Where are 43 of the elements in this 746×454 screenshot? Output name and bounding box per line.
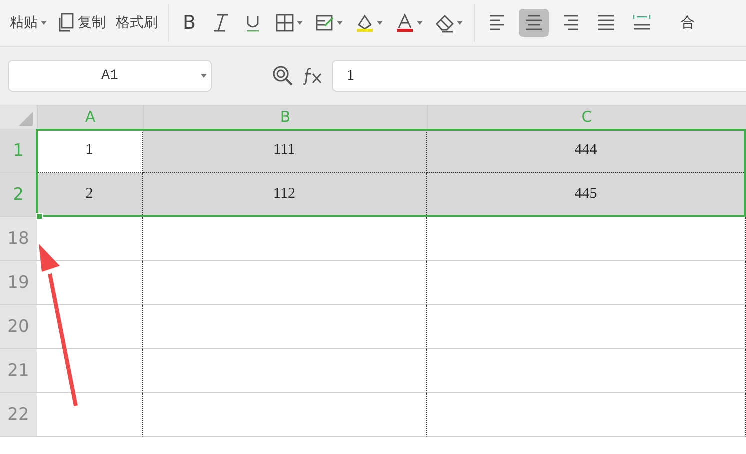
table-cell: 112 [143, 173, 427, 217]
formula-input[interactable]: 1 [332, 60, 746, 92]
column-header[interactable]: C [427, 105, 746, 129]
fill-handle[interactable] [36, 213, 43, 220]
column-header[interactable]: B [143, 105, 427, 129]
caret-icon [297, 21, 304, 25]
caret-icon [337, 21, 344, 25]
align-center-button[interactable] [519, 9, 550, 37]
row-header[interactable]: 20 [0, 305, 37, 349]
row-header[interactable]: 18 [0, 217, 37, 261]
row-header[interactable]: 22 [0, 393, 37, 437]
function-icon[interactable] [302, 67, 324, 85]
row-header[interactable]: 19 [0, 261, 37, 305]
paste-button[interactable]: 粘贴 [8, 12, 49, 34]
table-cell: 444 [427, 129, 746, 173]
column-header[interactable]: A [37, 105, 143, 129]
name-box[interactable]: A1 [8, 60, 212, 92]
table-cell: 1 [37, 129, 143, 173]
caret-icon [457, 21, 464, 25]
zoom-icon[interactable] [272, 65, 294, 87]
triangle-icon [19, 112, 33, 126]
copy-button[interactable]: 复制 [55, 11, 108, 35]
row-header[interactable]: 1 [0, 129, 37, 173]
table-cell: 2 [37, 173, 143, 217]
caret-icon [201, 74, 207, 78]
copy-icon [57, 13, 75, 33]
align-center-icon [524, 13, 544, 33]
cell-style-icon [315, 13, 336, 33]
caret-icon [377, 21, 384, 25]
align-justify-icon [596, 13, 616, 33]
merge-button[interactable]: 合 [679, 12, 698, 34]
bold-button[interactable]: B [177, 10, 202, 36]
border-icon [275, 13, 296, 33]
font-color-icon [395, 13, 416, 33]
eraser-icon [435, 13, 456, 33]
fill-color-icon [355, 13, 376, 33]
caret-icon [417, 21, 424, 25]
row-header[interactable]: 2 [0, 173, 37, 217]
format-painter-button[interactable]: 格式刷 [114, 12, 160, 34]
caret-icon [41, 21, 47, 25]
table-cell: 445 [427, 173, 746, 217]
table-cell: 111 [143, 129, 427, 173]
row-header[interactable]: 21 [0, 349, 37, 393]
